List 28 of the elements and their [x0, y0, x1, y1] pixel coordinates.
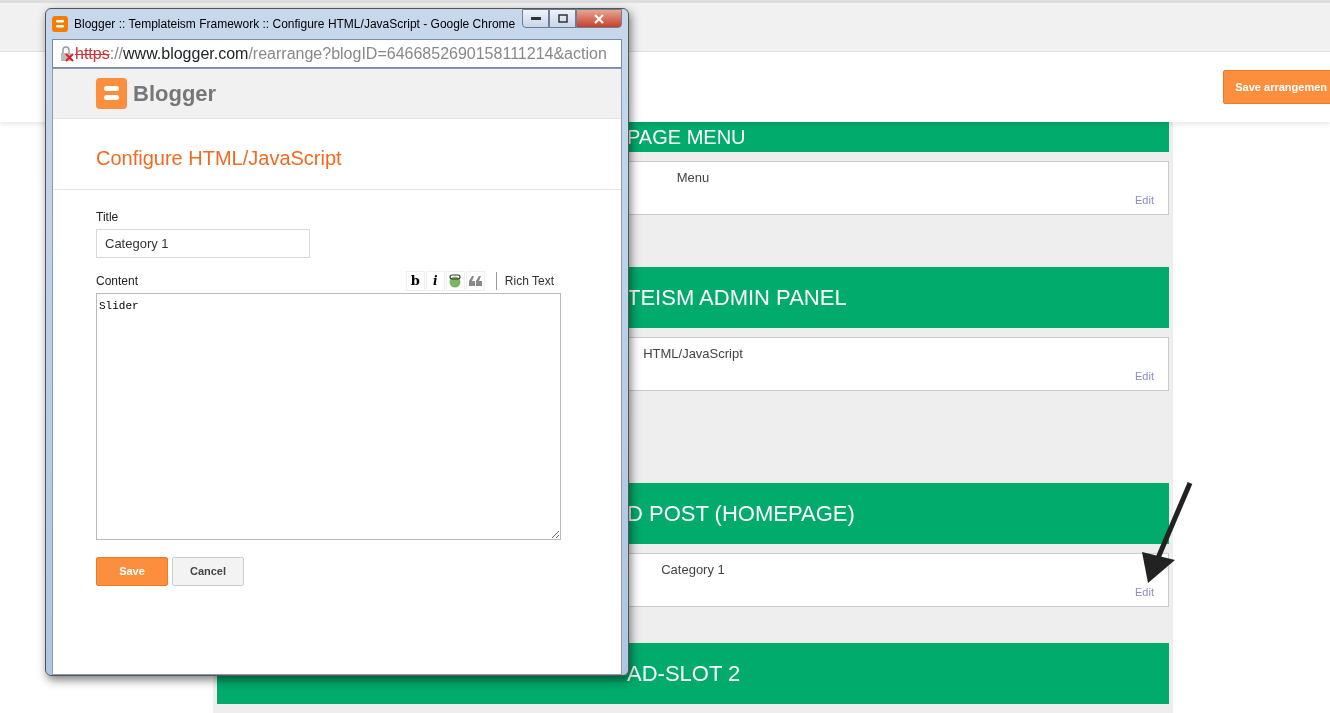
blogger-logo-icon	[96, 78, 127, 109]
widget-name: HTML/JavaScript	[642, 345, 744, 363]
window-title: Blogger :: Templateism Framework :: Configure HTML/JavaScript - Google Chrome	[74, 16, 516, 33]
address-bar[interactable]: https://www.blogger.com/rearrange?blogID=6466852690158111214&action	[52, 39, 622, 68]
cancel-button[interactable]: Cancel	[172, 557, 244, 586]
italic-button[interactable]: i	[425, 271, 445, 291]
widget-name: Menu	[675, 169, 711, 187]
maximize-button[interactable]	[549, 9, 576, 28]
minimize-button[interactable]	[522, 9, 549, 28]
content-textarea[interactable]: Slider	[96, 293, 561, 540]
title-input-field[interactable]: Category 1	[96, 229, 310, 258]
minimize-icon	[530, 16, 541, 21]
close-icon	[594, 13, 604, 24]
bold-button[interactable]: b	[405, 271, 425, 291]
quote-icon	[468, 276, 482, 286]
link-button[interactable]	[445, 271, 465, 291]
url-text: https://www.blogger.com/rearrange?blogID=6466852690158111214&action	[75, 43, 607, 64]
rich-text-link[interactable]: Rich Text	[495, 272, 554, 290]
blogger-logo-icon	[52, 16, 68, 32]
quote-button[interactable]	[465, 271, 485, 291]
broken-lock-icon	[59, 45, 75, 62]
close-button[interactable]	[576, 9, 622, 28]
dialog-title: Configure HTML/JavaScript	[53, 119, 621, 190]
field-label: Content	[96, 273, 139, 290]
link-globe-icon	[448, 274, 463, 288]
maximize-icon	[557, 14, 568, 23]
field-label: Title	[96, 209, 120, 226]
logo-text: Blogger	[133, 80, 217, 108]
